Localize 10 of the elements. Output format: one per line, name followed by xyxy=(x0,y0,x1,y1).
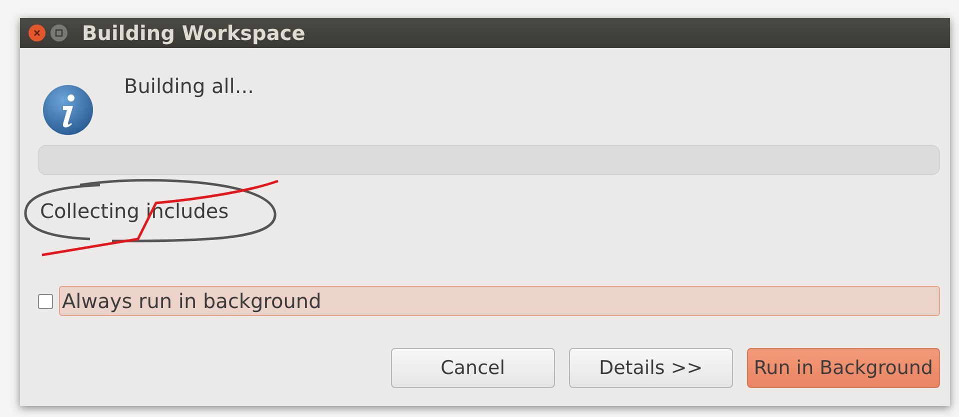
dialog-button[interactable]: Details >> xyxy=(568,348,733,388)
message-text: Building all... xyxy=(124,74,254,98)
maximize-icon[interactable] xyxy=(50,24,68,42)
run-in-background-button[interactable]: Run in Background xyxy=(746,348,940,388)
info-icon xyxy=(42,84,94,136)
checkbox-label[interactable]: Always run in background xyxy=(59,286,940,316)
window-title: Building Workspace xyxy=(82,21,306,45)
dialog-button[interactable]: Cancel xyxy=(390,348,555,388)
close-icon[interactable] xyxy=(28,24,46,42)
checkbox[interactable] xyxy=(38,294,53,308)
